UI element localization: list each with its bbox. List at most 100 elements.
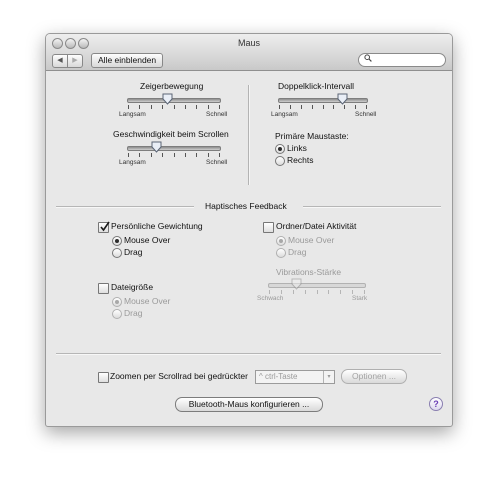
slider-tick xyxy=(184,153,186,157)
title-bar: Maus ◀ ▶ Alle einblenden xyxy=(46,34,452,71)
primary-left-radio[interactable] xyxy=(275,144,285,154)
folder-mouse-over-radio[interactable] xyxy=(276,236,286,246)
personal-mouse-over-radio[interactable] xyxy=(112,236,122,246)
slider-tick xyxy=(344,105,346,109)
personal-mouse-over-label: Mouse Over xyxy=(124,235,171,245)
double-click-slider[interactable] xyxy=(278,98,368,103)
slider-tick xyxy=(150,153,152,157)
scroll-speed-ticks xyxy=(128,153,220,157)
vibration-slider[interactable] xyxy=(268,283,366,288)
file-size-drag-radio[interactable] xyxy=(112,309,122,319)
primary-right-label: Rechts xyxy=(287,155,314,165)
folder-activity-checkbox[interactable] xyxy=(263,222,274,233)
search-field[interactable] xyxy=(358,53,446,67)
primary-left-label: Links xyxy=(287,143,307,153)
file-size-label: Dateigröße xyxy=(111,282,154,292)
slider-tick xyxy=(139,105,141,109)
scroll-speed-min-label: Langsam xyxy=(119,159,146,166)
modifier-key-value: ^ ctrl-Taste xyxy=(259,372,298,381)
slider-tick xyxy=(304,290,306,294)
slider-tick xyxy=(128,105,129,109)
slider-tick xyxy=(162,105,164,109)
slider-tick xyxy=(207,153,209,157)
scroll-speed-max-label: Schnell xyxy=(206,159,228,166)
slider-tick xyxy=(352,290,354,294)
personal-weighting-label: Persönliche Gewichtung xyxy=(111,221,203,231)
chevron-down-icon: ▾ xyxy=(323,371,334,383)
file-size-drag-label: Drag xyxy=(124,308,143,318)
mouse-settings-pane: Zeigerbewegung Langsam Schnell Geschwind… xyxy=(46,71,452,426)
file-size-checkbox[interactable] xyxy=(98,283,109,294)
slider-tick xyxy=(316,290,318,294)
pointer-speed-slider[interactable] xyxy=(127,98,221,103)
slider-tick xyxy=(219,153,220,157)
slider-tick xyxy=(311,105,313,109)
folder-mouse-over-label: Mouse Over xyxy=(288,235,335,245)
slider-tick xyxy=(196,153,198,157)
double-click-knob[interactable] xyxy=(337,93,348,105)
file-size-mouse-over-radio[interactable] xyxy=(112,297,122,307)
slider-tick xyxy=(269,290,270,294)
slider-tick xyxy=(333,105,335,109)
pointer-speed-max-label: Schnell xyxy=(206,111,228,118)
primary-button-title: Primäre Maustaste: xyxy=(275,131,349,141)
slider-tick xyxy=(219,105,220,109)
slider-tick xyxy=(289,105,291,109)
help-icon[interactable]: ? xyxy=(429,397,443,411)
double-click-min-label: Langsam xyxy=(271,111,298,118)
personal-weighting-checkbox[interactable] xyxy=(98,221,110,233)
slider-tick xyxy=(196,105,198,109)
options-button[interactable]: Optionen ... xyxy=(341,369,407,384)
pointer-speed-title: Zeigerbewegung xyxy=(140,81,204,91)
file-size-mouse-over-label: Mouse Over xyxy=(124,296,171,306)
vibration-title: Vibrations-Stärke xyxy=(276,267,342,277)
slider-tick xyxy=(150,105,152,109)
forward-button[interactable]: ▶ xyxy=(67,54,83,68)
haptic-divider-right xyxy=(303,206,441,208)
slider-tick xyxy=(280,290,282,294)
slider-tick xyxy=(355,105,357,109)
scroll-speed-slider[interactable] xyxy=(127,146,221,151)
personal-drag-radio[interactable] xyxy=(112,248,122,258)
pointer-speed-min-label: Langsam xyxy=(119,111,146,118)
vibration-max-label: Stark xyxy=(352,295,368,302)
search-icon xyxy=(364,54,372,66)
modifier-key-select[interactable]: ^ ctrl-Taste ▾ xyxy=(255,370,335,384)
double-click-title: Doppelklick-Intervall xyxy=(278,81,355,91)
slider-tick xyxy=(300,105,302,109)
back-button[interactable]: ◀ xyxy=(52,54,68,68)
slider-tick xyxy=(173,105,175,109)
folder-drag-radio[interactable] xyxy=(276,248,286,258)
slider-tick xyxy=(328,290,330,294)
slider-tick xyxy=(322,105,324,109)
configure-bluetooth-mouse-button[interactable]: Bluetooth-Maus konfigurieren ... xyxy=(175,397,323,412)
scroll-speed-knob[interactable] xyxy=(151,141,162,153)
pointer-speed-knob[interactable] xyxy=(162,93,173,105)
vibration-knob[interactable] xyxy=(291,278,302,290)
slider-tick xyxy=(139,153,141,157)
show-all-button[interactable]: Alle einblenden xyxy=(91,53,164,68)
double-click-max-label: Schnell xyxy=(355,111,377,118)
personal-drag-label: Drag xyxy=(124,247,143,257)
zoom-scroll-checkbox[interactable] xyxy=(98,372,109,383)
slider-tick xyxy=(364,290,365,294)
folder-activity-label: Ordner/Datei Aktivität xyxy=(276,221,357,231)
pointer-speed-ticks xyxy=(128,105,220,109)
slider-tick xyxy=(207,105,209,109)
slider-tick xyxy=(128,153,129,157)
slider-tick xyxy=(184,105,186,109)
vibration-ticks xyxy=(269,290,365,294)
slider-tick xyxy=(340,290,342,294)
scroll-speed-title: Geschwindigkeit beim Scrollen xyxy=(113,129,229,139)
folder-drag-label: Drag xyxy=(288,247,307,257)
column-divider xyxy=(248,85,250,185)
slider-tick xyxy=(279,105,280,109)
zoom-scroll-label: Zoomen per Scrollrad bei gedrückter xyxy=(110,371,248,381)
slider-tick xyxy=(292,290,294,294)
primary-right-radio[interactable] xyxy=(275,156,285,166)
haptic-divider-left xyxy=(56,206,194,208)
haptic-section-title: Haptisches Feedback xyxy=(205,201,287,211)
slider-tick xyxy=(173,153,175,157)
bottom-divider xyxy=(56,353,441,355)
vibration-min-label: Schwach xyxy=(257,295,284,302)
